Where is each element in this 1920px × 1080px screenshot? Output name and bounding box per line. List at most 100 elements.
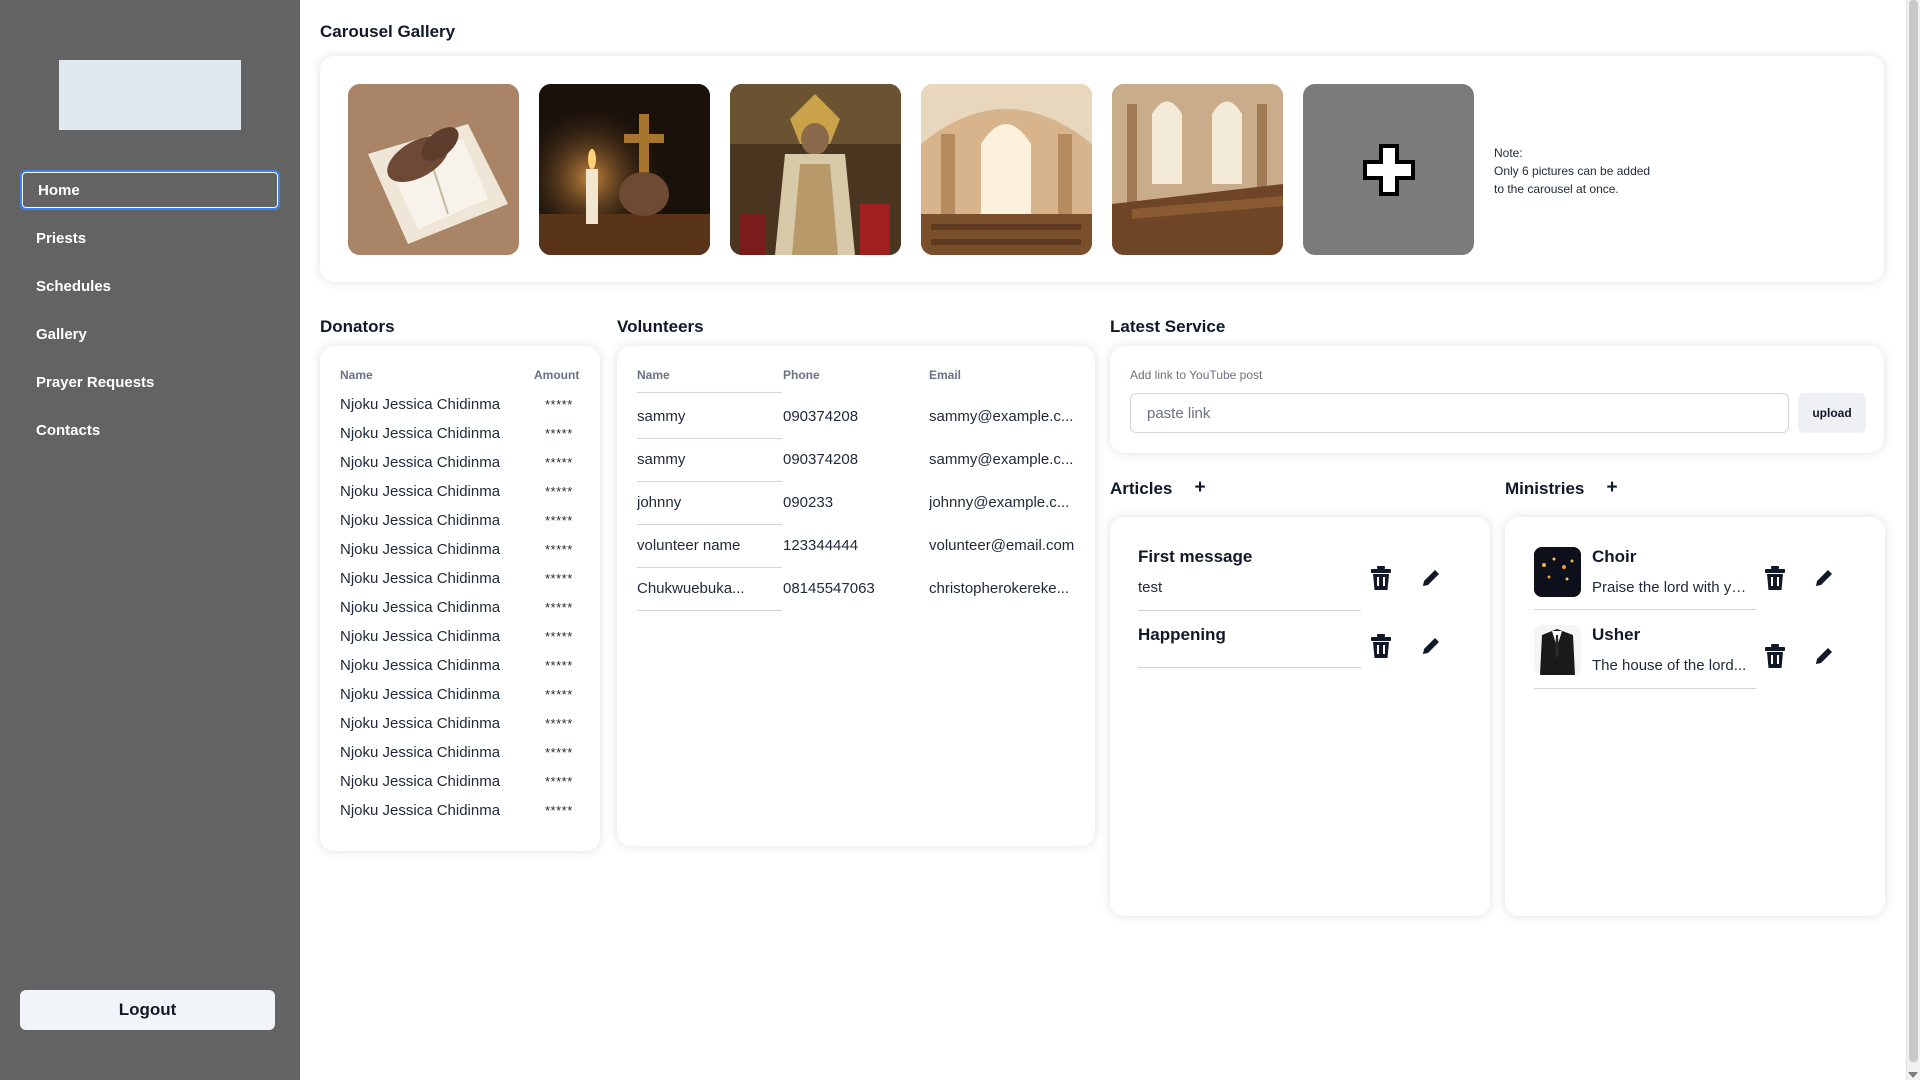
carousel-image-1[interactable] — [348, 84, 519, 255]
donator-name: Njoku Jessica Chidinma — [340, 744, 501, 761]
add-article-button[interactable]: + — [1190, 477, 1210, 499]
edit-ministry-button[interactable] — [1811, 643, 1837, 669]
add-ministry-button[interactable]: + — [1602, 477, 1622, 499]
candle-and-cross-image — [539, 84, 710, 255]
ministry-subtitle: Praise the lord with yo... — [1592, 579, 1752, 596]
volunteer-email: johnny@example.c... — [929, 494, 1070, 511]
volunteer-name: johnny — [637, 494, 682, 511]
sidebar-item-priests[interactable]: Priests — [20, 218, 280, 258]
divider — [637, 481, 782, 482]
donator-amount: ***** — [545, 426, 573, 441]
add-carousel-image-button[interactable] — [1303, 84, 1474, 255]
volunteers-card: Name Phone Email sammy 090374208 sammy@exa… — [617, 346, 1095, 846]
ministry-subtitle: The house of the lord... — [1592, 657, 1747, 674]
choir-avatar-image — [1534, 547, 1581, 597]
logout-button[interactable]: Logout — [20, 990, 275, 1030]
donator-name: Njoku Jessica Chidinma — [340, 454, 501, 471]
saint-statue-image — [730, 84, 901, 255]
logo-placeholder — [59, 60, 241, 130]
donators-card: Name Amount Njoku Jessica Chidinma ***** N… — [320, 346, 600, 851]
youtube-link-label: Add link to YouTube post — [1130, 368, 1263, 382]
sidebar-item-label: Contacts — [36, 421, 101, 439]
volunteer-name: sammy — [637, 451, 686, 468]
delete-article-button[interactable] — [1368, 565, 1394, 591]
delete-ministry-button[interactable] — [1762, 643, 1788, 669]
donator-amount: ***** — [545, 687, 573, 702]
carousel-image-2[interactable] — [539, 84, 710, 255]
article-subtitle: test — [1138, 579, 1163, 596]
column-header-name: Name — [637, 368, 670, 382]
latest-service-title: Latest Service — [1110, 317, 1226, 336]
volunteer-phone: 08145547063 — [783, 580, 875, 597]
volunteer-email: sammy@example.c... — [929, 451, 1074, 468]
sidebar-item-label: Prayer Requests — [36, 373, 155, 391]
column-header-name: Name — [340, 368, 373, 382]
sidebar-item-home[interactable]: Home — [20, 170, 280, 210]
upload-button[interactable]: upload — [1798, 393, 1866, 433]
volunteer-name: volunteer name — [637, 537, 741, 554]
article-title: Happening — [1138, 625, 1226, 644]
scrollbar-thumb[interactable] — [1909, 0, 1918, 1062]
ministry-title: Choir — [1592, 547, 1637, 566]
pencil-icon — [1423, 570, 1439, 586]
trash-icon — [1371, 634, 1391, 658]
volunteer-email: christopherokereke... — [929, 580, 1070, 597]
donator-amount: ***** — [545, 600, 573, 615]
page-scrollbar[interactable] — [1906, 0, 1920, 1080]
donator-amount: ***** — [545, 484, 573, 499]
volunteer-phone: 123344444 — [783, 537, 859, 554]
donator-amount: ***** — [545, 542, 573, 557]
carousel-title: Carousel Gallery — [320, 22, 456, 41]
volunteer-name: sammy — [637, 408, 686, 425]
donator-name: Njoku Jessica Chidinma — [340, 425, 501, 442]
sidebar-item-gallery[interactable]: Gallery — [20, 314, 280, 354]
sidebar-item-prayer-requests[interactable]: Prayer Requests — [20, 362, 280, 402]
article-title: First message — [1138, 547, 1253, 566]
carousel-image-5[interactable] — [1112, 84, 1283, 255]
donator-name: Njoku Jessica Chidinma — [340, 512, 501, 529]
articles-card: First message test Happening — [1110, 517, 1490, 916]
donator-amount: ***** — [545, 397, 573, 412]
delete-article-button[interactable] — [1368, 633, 1394, 659]
divider — [1534, 688, 1756, 689]
sidebar-item-label: Gallery — [36, 325, 87, 343]
donator-name: Njoku Jessica Chidinma — [340, 802, 501, 819]
delete-ministry-button[interactable] — [1762, 565, 1788, 591]
church-pews-image — [1112, 84, 1283, 255]
note-line: Only 6 pictures can be added — [1494, 164, 1651, 178]
youtube-link-input[interactable] — [1130, 393, 1789, 433]
trash-icon — [1765, 566, 1785, 590]
carousel-image-3[interactable] — [730, 84, 901, 255]
scroll-down-arrow-icon[interactable] — [1908, 1072, 1918, 1078]
donator-name: Njoku Jessica Chidinma — [340, 628, 501, 645]
note-line: to the carousel at once. — [1494, 182, 1619, 196]
edit-ministry-button[interactable] — [1811, 565, 1837, 591]
donator-amount: ***** — [545, 513, 573, 528]
latest-service-card: Add link to YouTube post upload — [1110, 346, 1884, 453]
volunteers-title: Volunteers — [617, 317, 704, 336]
donator-amount: ***** — [545, 745, 573, 760]
donator-amount: ***** — [545, 716, 573, 731]
volunteer-phone: 090233 — [783, 494, 834, 511]
donator-amount: ***** — [545, 571, 573, 586]
carousel-note: Note: Only 6 pictures can be added to th… — [1494, 144, 1650, 198]
edit-article-button[interactable] — [1418, 633, 1444, 659]
sidebar-item-contacts[interactable]: Contacts — [20, 410, 280, 450]
sidebar-item-schedules[interactable]: Schedules — [20, 266, 280, 306]
divider — [1138, 610, 1361, 611]
note-line: Note: — [1494, 146, 1523, 160]
divider — [637, 610, 782, 611]
donator-name: Njoku Jessica Chidinma — [340, 483, 501, 500]
volunteer-phone: 090374208 — [783, 408, 859, 425]
donator-name: Njoku Jessica Chidinma — [340, 686, 501, 703]
divider — [1534, 609, 1756, 610]
carousel-image-4[interactable] — [921, 84, 1092, 255]
donator-name: Njoku Jessica Chidinma — [340, 773, 501, 790]
divider — [637, 392, 782, 393]
donator-amount: ***** — [545, 658, 573, 673]
volunteer-phone: 090374208 — [783, 451, 859, 468]
donator-name: Njoku Jessica Chidinma — [340, 599, 501, 616]
pencil-icon — [1816, 648, 1832, 664]
divider — [637, 567, 782, 568]
edit-article-button[interactable] — [1418, 565, 1444, 591]
